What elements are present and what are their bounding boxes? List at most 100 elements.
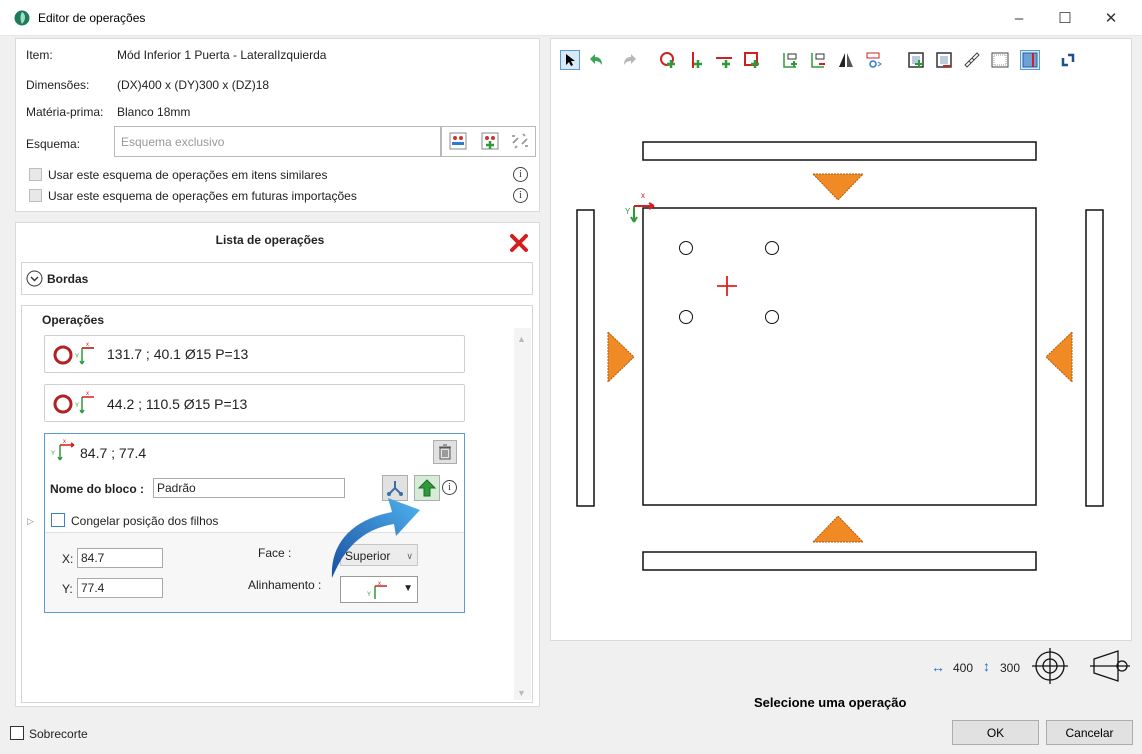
vertical-cut-icon bbox=[692, 52, 702, 68]
delete-block-button[interactable] bbox=[433, 440, 457, 464]
item-info-panel bbox=[15, 38, 540, 212]
crosshair-target-icon[interactable] bbox=[1030, 646, 1070, 686]
add-horizontal-cut-button[interactable] bbox=[714, 50, 734, 70]
undo-button[interactable] bbox=[586, 50, 606, 70]
add-panel-button[interactable] bbox=[906, 50, 926, 70]
remove-panel-button[interactable] bbox=[934, 50, 954, 70]
close-window-button[interactable]: ✕ bbox=[1088, 6, 1134, 30]
alignment-select[interactable]: xY ▼ bbox=[340, 576, 418, 603]
face-label: Face : bbox=[258, 546, 292, 560]
x-input[interactable]: 84.7 bbox=[77, 548, 163, 568]
remove-block-button[interactable] bbox=[808, 50, 828, 70]
bottom-edge-arrow-icon[interactable] bbox=[811, 515, 865, 543]
schema-input[interactable]: Esquema exclusivo bbox=[114, 126, 441, 157]
measure-button[interactable] bbox=[962, 50, 982, 70]
height-value: 300 bbox=[1000, 661, 1021, 675]
window-title: Editor de operações bbox=[38, 11, 146, 25]
expand-children-icon[interactable]: ▷ bbox=[27, 516, 34, 527]
block-name-input[interactable]: Padrão bbox=[153, 478, 345, 498]
height-arrow-icon: ↕ bbox=[983, 658, 990, 674]
bottom-edge-band[interactable] bbox=[642, 551, 1037, 571]
panel-outline bbox=[642, 207, 1037, 506]
svg-text:Y: Y bbox=[51, 451, 55, 457]
dimensions-value: (DX)400 x (DY)300 x (DZ)18 bbox=[117, 78, 270, 92]
redo-button[interactable] bbox=[620, 50, 640, 70]
minimize-button[interactable]: – bbox=[996, 6, 1042, 30]
y-input[interactable]: 77.4 bbox=[77, 578, 163, 598]
status-text: Selecione uma operação bbox=[754, 695, 907, 710]
hole-marker[interactable] bbox=[679, 310, 693, 324]
schema-label: Esquema: bbox=[26, 137, 81, 151]
mirror-button[interactable] bbox=[836, 50, 856, 70]
hole-marker[interactable] bbox=[765, 310, 779, 324]
add-pocket-button[interactable] bbox=[742, 50, 762, 70]
schema-placeholder: Esquema exclusivo bbox=[121, 135, 225, 149]
scroll-up-icon[interactable]: ▲ bbox=[517, 334, 526, 344]
projection-view-icon[interactable] bbox=[1088, 649, 1132, 683]
future-info-icon[interactable]: i bbox=[513, 188, 528, 203]
block-axes-icon: xY bbox=[51, 439, 75, 461]
frame-icon bbox=[991, 52, 1009, 68]
maximize-button[interactable]: ☐ bbox=[1042, 6, 1088, 30]
block-name-label: Nome do bloco : bbox=[50, 482, 144, 496]
dimensions-label: Dimensões: bbox=[26, 78, 90, 92]
hole-marker[interactable] bbox=[679, 241, 693, 255]
cursor-icon bbox=[566, 54, 575, 66]
svg-text:Y: Y bbox=[75, 354, 79, 360]
cancel-button[interactable]: Cancelar bbox=[1046, 720, 1133, 745]
similar-items-checkbox[interactable] bbox=[29, 168, 42, 181]
freeze-children-checkbox[interactable] bbox=[51, 513, 65, 527]
top-edge-arrow-icon[interactable] bbox=[811, 173, 865, 201]
operations-list-title: Lista de operações bbox=[215, 233, 325, 247]
view-mode-icon bbox=[1022, 52, 1038, 68]
select-tool-button[interactable] bbox=[560, 50, 580, 70]
expand-chevron-icon[interactable] bbox=[26, 270, 43, 287]
sobrecorte-label: Sobrecorte bbox=[29, 727, 88, 741]
ruler-icon bbox=[964, 52, 980, 68]
item-value: Mód Inferior 1 Puerta - LateralIzquierda bbox=[117, 48, 327, 62]
mirror-icon bbox=[839, 53, 853, 67]
schema-save-icon[interactable] bbox=[448, 131, 468, 151]
right-edge-arrow-icon[interactable] bbox=[1045, 330, 1073, 384]
close-list-icon[interactable] bbox=[509, 233, 529, 253]
freeze-children-label: Congelar posição dos filhos bbox=[71, 514, 219, 528]
add-hole-icon bbox=[660, 52, 675, 68]
alignment-dropdown-icon: ▼ bbox=[403, 583, 413, 594]
width-arrow-icon: ↔ bbox=[931, 659, 945, 675]
add-vertical-cut-button[interactable] bbox=[686, 50, 706, 70]
unlink-icon[interactable] bbox=[510, 131, 530, 151]
future-imports-checkbox[interactable] bbox=[29, 189, 42, 202]
rotate-button[interactable] bbox=[1058, 50, 1078, 70]
rotate-icon bbox=[1061, 53, 1075, 67]
left-edge-arrow-icon[interactable] bbox=[607, 330, 635, 384]
view-mode-button[interactable] bbox=[1020, 50, 1040, 70]
svg-text:x: x bbox=[86, 342, 89, 348]
y-label: Y: bbox=[62, 582, 73, 596]
schema-add-icon[interactable] bbox=[480, 131, 500, 151]
block-info-icon[interactable]: i bbox=[442, 480, 457, 495]
drawing-canvas[interactable]: x Y bbox=[551, 90, 1131, 590]
frame-button[interactable] bbox=[990, 50, 1010, 70]
right-edge-band[interactable] bbox=[1085, 209, 1104, 507]
hole-operation-icon: xY bbox=[53, 342, 94, 365]
ok-button[interactable]: OK bbox=[952, 720, 1039, 745]
hole-operation-icon: xY bbox=[53, 391, 94, 414]
bordas-label: Bordas bbox=[47, 272, 89, 286]
scroll-down-icon[interactable]: ▼ bbox=[517, 688, 526, 698]
add-block-button[interactable] bbox=[780, 50, 800, 70]
add-hole-button[interactable] bbox=[658, 50, 678, 70]
sobrecorte-checkbox[interactable] bbox=[10, 726, 24, 740]
similar-info-icon[interactable]: i bbox=[513, 167, 528, 182]
top-edge-band[interactable] bbox=[642, 141, 1037, 161]
remove-panel-icon bbox=[936, 52, 952, 68]
operations-scrollbar[interactable] bbox=[514, 328, 531, 700]
left-edge-band[interactable] bbox=[576, 209, 595, 507]
future-imports-label: Usar este esquema de operações em futura… bbox=[48, 189, 357, 203]
redo-icon bbox=[624, 54, 636, 65]
undo-icon bbox=[590, 54, 602, 65]
callout-arrow-icon bbox=[331, 498, 420, 578]
bordas-section[interactable] bbox=[21, 262, 533, 295]
app-logo-icon bbox=[14, 10, 30, 26]
hole-marker[interactable] bbox=[765, 241, 779, 255]
copy-operation-button[interactable] bbox=[864, 50, 884, 70]
